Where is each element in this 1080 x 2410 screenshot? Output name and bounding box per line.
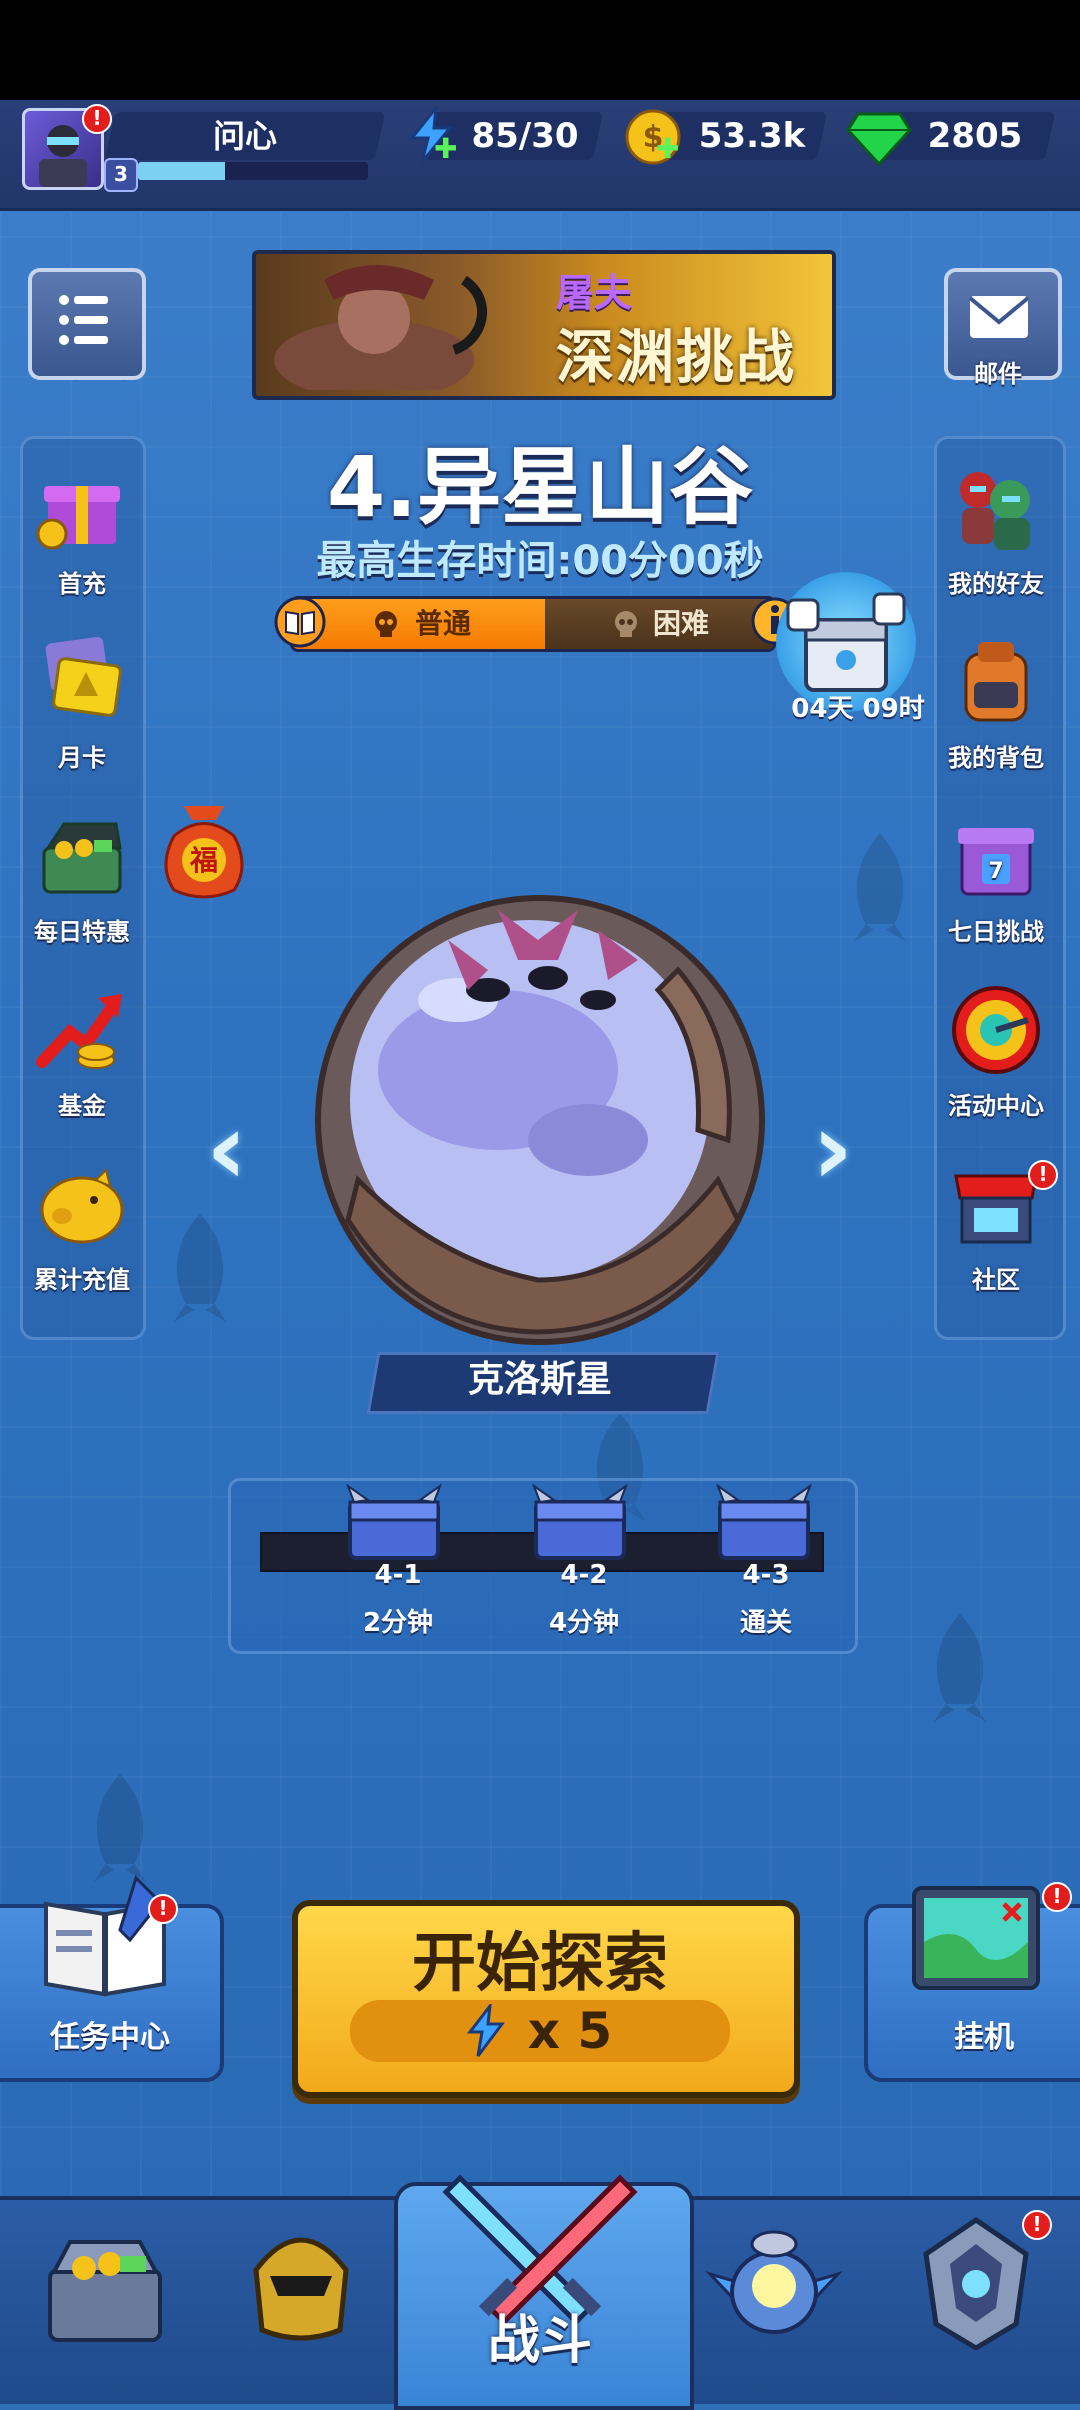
helmet-icon: [253, 2237, 349, 2341]
xp-bar: [138, 162, 368, 180]
seven-day-challenge-label: 七日挑战: [948, 918, 1044, 946]
fortune-bag-icon[interactable]: 福: [154, 786, 254, 906]
total-recharge-button[interactable]: 累计充值: [32, 1156, 132, 1295]
event-center-label: 活动中心: [948, 1092, 1044, 1120]
seven-day-challenge-button[interactable]: 7 七日挑战: [946, 808, 1046, 947]
banner-subtitle: 屠夫: [556, 271, 633, 315]
difficulty-selector: 普通 困难: [290, 596, 776, 652]
menu-button[interactable]: [28, 268, 146, 380]
drone-icon: [705, 2230, 843, 2334]
svg-text:7: 7: [988, 859, 1003, 884]
community-alert-badge: !: [1028, 1160, 1058, 1190]
milestone-id: 4-2: [560, 1560, 608, 1590]
nav-tab-hero[interactable]: [236, 2220, 366, 2350]
reward-chest-icon: [531, 1483, 629, 1560]
backpack-label: 我的背包: [948, 744, 1044, 772]
mail-label: 邮件: [974, 360, 1022, 388]
status-bar: [0, 0, 1080, 100]
milestone-label: 通关: [739, 1608, 792, 1638]
butcher-boss-icon: [274, 265, 487, 390]
daily-deal-label: 每日特惠: [34, 918, 130, 946]
milestone-4-1[interactable]: [344, 1482, 444, 1570]
rocket-pattern-icon: [60, 1768, 180, 1888]
planet-image[interactable]: [298, 880, 782, 1350]
event-center-button[interactable]: 活动中心: [946, 982, 1046, 1121]
xp-fill: [138, 162, 226, 180]
difficulty-hard-tab[interactable]: 困难: [545, 599, 773, 649]
daily-deal-button[interactable]: 每日特惠: [32, 808, 132, 947]
friends-label: 我的好友: [948, 570, 1044, 598]
task-alert-badge: !: [148, 1894, 178, 1924]
milestone-4-2[interactable]: [530, 1482, 630, 1570]
monthly-card-button[interactable]: 月卡: [32, 634, 132, 773]
piggy-bank-icon: [40, 1168, 124, 1244]
rocket-pattern-icon: [140, 1208, 260, 1328]
total-recharge-label: 累计充值: [34, 1266, 130, 1294]
growth-arrow-icon: [36, 994, 122, 1069]
milestone-label: 2分钟: [362, 1608, 434, 1638]
idle-map-icon: [908, 1882, 1044, 1994]
gold-value: 53.3k: [698, 116, 806, 156]
start-cost: x 5: [527, 2002, 613, 2060]
player-name: 问心: [212, 117, 277, 155]
monthly-card-label: 月卡: [58, 744, 106, 772]
rocket-pattern-icon: [900, 1608, 1020, 1728]
backpack-icon: [964, 642, 1028, 722]
difficulty-normal-tab[interactable]: 普通: [293, 599, 545, 649]
prize-wheel-icon: [952, 986, 1040, 1074]
planet-name: 克洛斯星: [467, 1359, 612, 1400]
start-explore-label: 开始探索: [412, 1927, 668, 2001]
idle-label: 挂机: [954, 2020, 1014, 2055]
reward-chest-icon: [345, 1483, 443, 1560]
banner-title: 深渊挑战: [556, 323, 797, 391]
difficulty-hard-label: 困难: [653, 607, 710, 640]
treasure-chest-icon: [42, 822, 122, 894]
task-center-label: 任务中心: [50, 2020, 170, 2055]
first-recharge-label: 首充: [58, 570, 106, 598]
book-icon[interactable]: [274, 596, 326, 648]
gift-box-icon: [36, 486, 120, 550]
prev-planet-arrow-icon[interactable]: ‹: [206, 1090, 247, 1207]
best-survival-time: 最高生存时间:00分00秒: [316, 538, 764, 584]
idle-alert-badge: !: [1042, 1882, 1072, 1912]
energy-value: 85/30: [471, 116, 579, 156]
gift-calendar-icon: 7: [958, 828, 1034, 896]
nav-tab-shop[interactable]: [40, 2220, 170, 2350]
milestone-4-3[interactable]: [714, 1482, 814, 1570]
community-label: 社区: [972, 1266, 1020, 1294]
treasure-chest-icon: [48, 2240, 162, 2342]
fund-button[interactable]: 基金: [32, 982, 132, 1121]
dice-box-icon[interactable]: [786, 590, 906, 700]
gem-value: 2805: [927, 116, 1023, 156]
milestone-label: 4分钟: [548, 1608, 620, 1638]
energy-add-icon[interactable]: ✚: [434, 132, 457, 165]
avatar-alert-badge: !: [82, 104, 112, 134]
player-level-badge: 3: [104, 158, 138, 192]
abyss-challenge-banner[interactable]: 屠夫 深渊挑战: [252, 250, 836, 400]
fortune-char: 福: [189, 844, 218, 877]
skull-icon: [371, 609, 401, 643]
milestone-id: 4-1: [374, 1560, 422, 1590]
task-book-icon: [36, 1874, 176, 2000]
monthly-card-icon: [45, 636, 122, 717]
gold-add-icon[interactable]: ✚: [656, 132, 679, 165]
difficulty-normal-label: 普通: [415, 607, 472, 640]
nav-tab-pet[interactable]: [704, 2214, 844, 2350]
milestone-id: 4-3: [742, 1560, 790, 1590]
fund-label: 基金: [58, 1092, 106, 1120]
backpack-button[interactable]: 我的背包: [946, 634, 1046, 773]
nav-battle-label: 战斗: [487, 2311, 592, 2371]
reward-chest-icon: [715, 1483, 813, 1560]
next-planet-arrow-icon[interactable]: ›: [812, 1090, 853, 1207]
stage-title: 4.异星山谷: [326, 438, 754, 536]
friends-button[interactable]: 我的好友: [946, 460, 1046, 599]
rocket-pattern-icon: [820, 828, 940, 948]
skull-icon: [611, 609, 641, 643]
event-timer: 04天 09时: [791, 694, 925, 724]
friends-icon: [960, 472, 1030, 550]
first-recharge-button[interactable]: 首充: [32, 460, 132, 599]
ranking-alert-badge: !: [1022, 2210, 1052, 2240]
